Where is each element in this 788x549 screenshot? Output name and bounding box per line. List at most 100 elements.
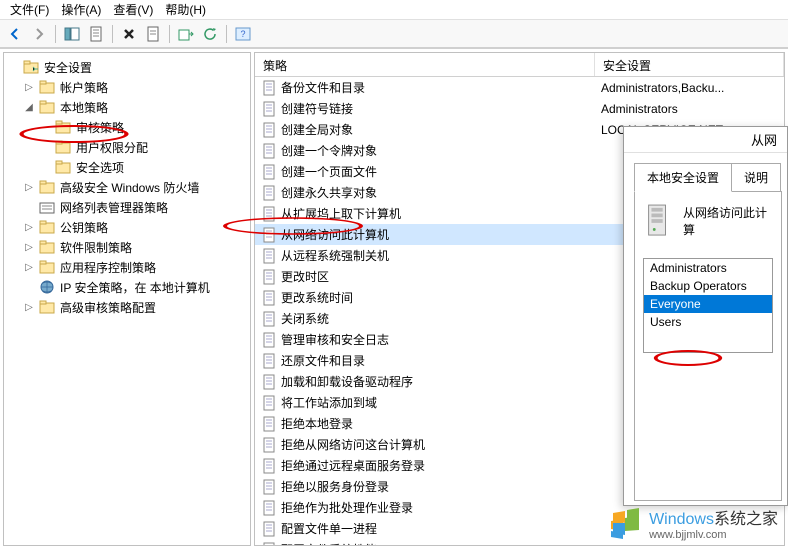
- toolbar-separator: [169, 25, 170, 43]
- tree-expand-icon[interactable]: ▷: [22, 180, 36, 194]
- user-list-item[interactable]: Everyone: [644, 295, 772, 313]
- column-header-setting[interactable]: 安全设置: [595, 53, 784, 76]
- policy-name: 更改系统时间: [281, 289, 353, 306]
- tree-expand-icon[interactable]: ▷: [22, 260, 36, 274]
- menu-view[interactable]: 查看(V): [107, 1, 159, 18]
- folder-icon: [39, 199, 55, 215]
- policy-name: 创建一个页面文件: [281, 163, 377, 180]
- globe-icon: [39, 279, 55, 295]
- tree-label: 审核策略: [74, 119, 126, 136]
- help-button[interactable]: ?: [232, 23, 254, 45]
- user-list[interactable]: AdministratorsBackup OperatorsEveryoneUs…: [643, 258, 773, 353]
- policy-doc-icon: [261, 458, 277, 474]
- dialog-body: 从网络访问此计算 AdministratorsBackup OperatorsE…: [634, 191, 782, 501]
- show-hide-tree-button[interactable]: [61, 23, 83, 45]
- folder-icon: [55, 119, 71, 135]
- tree-public-key[interactable]: ▷ 公钥策略: [6, 217, 248, 237]
- list-header: 策略 安全设置: [255, 53, 784, 77]
- policy-name: 配置文件单一进程: [281, 520, 377, 537]
- tree-root-security-settings[interactable]: 安全设置: [6, 57, 248, 77]
- list-properties-button[interactable]: [142, 23, 164, 45]
- policy-name: 拒绝从网络访问这台计算机: [281, 436, 425, 453]
- folder-icon: [39, 99, 55, 115]
- policy-name: 从网络访问此计算机: [281, 226, 389, 243]
- tree-network-list[interactable]: 网络列表管理器策略: [6, 197, 248, 217]
- dialog-tabs: 本地安全设置 说明: [634, 163, 787, 192]
- policy-name: 备份文件和目录: [281, 79, 365, 96]
- tree-label: 安全设置: [42, 59, 94, 76]
- tree-app-control[interactable]: ▷ 应用程序控制策略: [6, 257, 248, 277]
- column-header-policy[interactable]: 策略: [255, 53, 595, 76]
- policy-doc-icon: [261, 332, 277, 348]
- tree-advanced-audit[interactable]: ▷ 高级审核策略配置: [6, 297, 248, 317]
- tree-expand-icon[interactable]: ▷: [22, 220, 36, 234]
- policy-doc-icon: [261, 290, 277, 306]
- tree-label: 高级安全 Windows 防火墙: [58, 179, 201, 196]
- tree-label: 网络列表管理器策略: [58, 199, 170, 216]
- menubar: 文件(F) 操作(A) 查看(V) 帮助(H): [0, 0, 788, 20]
- tree-security-options[interactable]: 安全选项: [6, 157, 248, 177]
- policy-name: 关闭系统: [281, 310, 329, 327]
- policy-name: 配置文件系统性能: [281, 541, 377, 545]
- toolbar: ?: [0, 20, 788, 48]
- policy-name: 拒绝通过远程桌面服务登录: [281, 457, 425, 474]
- back-button[interactable]: [4, 23, 26, 45]
- tree-expand-icon[interactable]: ▷: [22, 300, 36, 314]
- policy-doc-icon: [261, 353, 277, 369]
- forward-button[interactable]: [28, 23, 50, 45]
- policy-name: 从远程系统强制关机: [281, 247, 389, 264]
- delete-button[interactable]: [118, 23, 140, 45]
- policy-row[interactable]: 创建符号链接 Administrators: [255, 98, 784, 119]
- menu-file[interactable]: 文件(F): [4, 1, 55, 18]
- security-root-icon: [23, 59, 39, 75]
- policy-row[interactable]: 配置文件系统性能: [255, 539, 784, 545]
- export-button[interactable]: [175, 23, 197, 45]
- tree-local-policy[interactable]: ◢ 本地策略: [6, 97, 248, 117]
- tree-account-policy[interactable]: ▷ 帐户策略: [6, 77, 248, 97]
- svg-text:?: ?: [240, 29, 245, 39]
- tree-panel[interactable]: 安全设置 ▷ 帐户策略 ◢ 本地策略 审核策略 用户权限分配 安全选项: [3, 52, 251, 546]
- policy-doc-icon: [261, 143, 277, 159]
- user-list-item[interactable]: Backup Operators: [644, 277, 772, 295]
- tree-expand-icon[interactable]: ▷: [22, 240, 36, 254]
- policy-name: 创建全局对象: [281, 121, 353, 138]
- folder-icon: [39, 239, 55, 255]
- menu-help[interactable]: 帮助(H): [159, 1, 212, 18]
- tree-collapse-icon[interactable]: ◢: [22, 100, 36, 114]
- policy-name: 加载和卸载设备驱动程序: [281, 373, 413, 390]
- folder-icon: [39, 219, 55, 235]
- tab-explain[interactable]: 说明: [731, 163, 781, 192]
- tree-label: 软件限制策略: [58, 239, 134, 256]
- tree-audit-policy[interactable]: 审核策略: [6, 117, 248, 137]
- policy-row[interactable]: 备份文件和目录 Administrators,Backu...: [255, 77, 784, 98]
- folder-icon: [39, 299, 55, 315]
- policy-doc-icon: [261, 416, 277, 432]
- folder-icon: [39, 179, 55, 195]
- policy-setting: Administrators,Backu...: [595, 81, 784, 95]
- policy-doc-icon: [261, 185, 277, 201]
- tree-label: 安全选项: [74, 159, 126, 176]
- refresh-button[interactable]: [199, 23, 221, 45]
- tree-expand-icon[interactable]: ▷: [22, 80, 36, 94]
- tree-user-rights[interactable]: 用户权限分配: [6, 137, 248, 157]
- policy-doc-icon: [261, 521, 277, 537]
- policy-setting: Administrators: [595, 102, 784, 116]
- policy-doc-icon: [261, 437, 277, 453]
- policy-doc-icon: [261, 374, 277, 390]
- properties-button[interactable]: [85, 23, 107, 45]
- user-list-item[interactable]: Users: [644, 313, 772, 331]
- policy-name: 管理审核和安全日志: [281, 331, 389, 348]
- server-icon: [643, 202, 673, 240]
- tree-firewall[interactable]: ▷ 高级安全 Windows 防火墙: [6, 177, 248, 197]
- user-list-item[interactable]: Administrators: [644, 259, 772, 277]
- policy-row[interactable]: 配置文件单一进程: [255, 518, 784, 539]
- tree-ip-security[interactable]: IP 安全策略，在 本地计算机: [6, 277, 248, 297]
- tab-local-security[interactable]: 本地安全设置: [634, 163, 732, 192]
- menu-action[interactable]: 操作(A): [55, 1, 107, 18]
- policy-doc-icon: [261, 395, 277, 411]
- policy-doc-icon: [261, 101, 277, 117]
- tree-software-restrict[interactable]: ▷ 软件限制策略: [6, 237, 248, 257]
- policy-name: 创建永久共享对象: [281, 184, 377, 201]
- policy-name: 拒绝作为批处理作业登录: [281, 499, 413, 516]
- folder-icon: [39, 79, 55, 95]
